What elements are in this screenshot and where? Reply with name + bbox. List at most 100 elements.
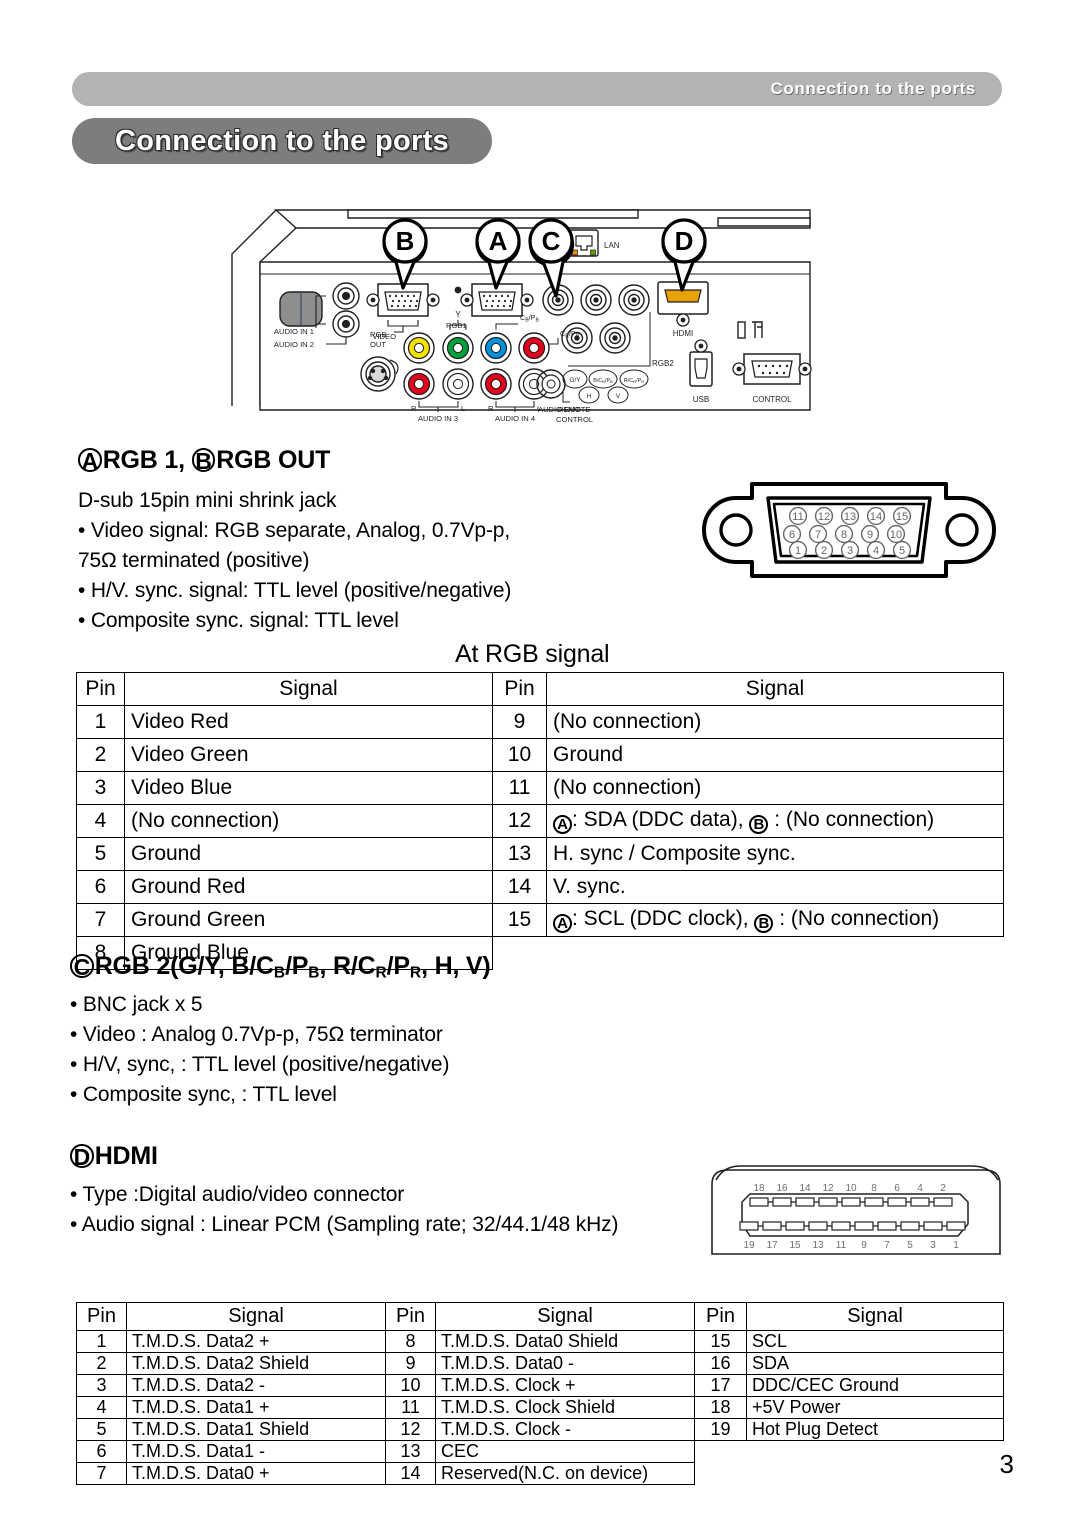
table-row: 1 Video Red 9 (No connection) — [76, 705, 1004, 739]
cell-signal: T.M.D.S. Data2 Shield — [126, 1352, 386, 1375]
table-row: 6 Ground Red 14 V. sync. — [76, 870, 1004, 904]
page-number: 3 — [999, 1449, 1014, 1479]
marker-a-icon: A — [553, 815, 572, 834]
cell-signal: T.M.D.S. Data1 Shield — [126, 1418, 386, 1441]
label-lan: LAN — [604, 241, 620, 250]
label-remote-control-line2: CONTROL — [556, 415, 593, 424]
label-r-3: R — [411, 404, 417, 413]
col-header-signal: Signal — [546, 672, 1004, 706]
chapter-title-text: Connection to the ports — [115, 124, 449, 157]
col-header-signal: Signal — [124, 672, 493, 706]
cell-pin: 6 — [76, 870, 125, 904]
cell-pin: 11 — [492, 771, 547, 805]
port-video-yellow — [403, 332, 435, 364]
rgb2-spec-line: • BNC jack x 5 — [70, 993, 203, 1016]
callout-d-letter: D — [675, 226, 694, 256]
cell-signal: Video Blue — [124, 771, 493, 805]
callout-a-letter: A — [489, 226, 508, 256]
cell-signal: T.M.D.S. Data1 - — [126, 1440, 386, 1463]
cell-pin: 9 — [492, 705, 547, 739]
cell-empty — [695, 1441, 747, 1463]
rgb-spec-line: 75Ω terminated (positive) — [78, 549, 310, 572]
port-component-y — [442, 332, 474, 364]
rgb-pin-table: Pin Signal Pin Signal 1 Video Red 9 (No … — [76, 672, 1004, 970]
cell-empty — [747, 1441, 1004, 1463]
table-row: 3 T.M.D.S. Data2 - 10 T.M.D.S. Clock + 1… — [76, 1374, 1004, 1397]
label-y: Y — [455, 310, 461, 319]
cell-signal: Ground — [546, 738, 1004, 772]
svg-text:17: 17 — [766, 1240, 778, 1251]
label-rgb2: RGB2 — [652, 359, 674, 368]
svg-text:6: 6 — [894, 1183, 900, 1194]
svg-text:15: 15 — [896, 511, 908, 523]
cell-signal: Ground Green — [124, 903, 493, 937]
svg-text:10: 10 — [845, 1183, 857, 1194]
port-component-cb — [480, 332, 512, 364]
cell-pin: 14 — [385, 1462, 436, 1485]
svg-text:2: 2 — [821, 545, 827, 557]
cell-pin: 4 — [76, 1396, 127, 1419]
svg-text:8: 8 — [841, 529, 847, 541]
cell-pin: 7 — [76, 1462, 127, 1485]
dsub15-connector-diagram: 11 12 13 14 15 6 7 8 9 10 1 2 3 4 5 — [694, 472, 1004, 588]
table-row: 5 Ground 13 H. sync / Composite sync. — [76, 837, 1004, 871]
cell-signal: T.M.D.S. Data2 + — [126, 1330, 386, 1353]
cell-signal-ab: A: SCL (DDC clock), B : (No connection) — [546, 903, 1004, 937]
table-row: 6 T.M.D.S. Data1 - 13 CEC — [76, 1440, 1004, 1463]
table-row: 2 T.M.D.S. Data2 Shield 9 T.M.D.S. Data0… — [76, 1352, 1004, 1375]
port-control — [732, 353, 812, 385]
running-header-title: Connection to the ports — [770, 79, 976, 98]
cell-signal: Reserved(N.C. on device) — [435, 1462, 695, 1485]
svg-text:10: 10 — [890, 529, 902, 541]
cell-pin: 1 — [76, 1330, 127, 1353]
svg-text:5: 5 — [899, 545, 905, 557]
hdmi-connector-diagram: 18 16 14 12 10 8 6 4 2 19 17 15 13 11 9 7 5 3 1 — [706, 1158, 1006, 1262]
cell-pin: 5 — [76, 1418, 127, 1441]
marker-c-icon: C — [70, 954, 94, 978]
cell-signal: SCL — [746, 1330, 1004, 1353]
heading-rgb2: C RGB 2(G/Y, B/CB/PB, R/CR/PR, H, V) — [70, 952, 491, 982]
svg-text:8: 8 — [871, 1183, 877, 1194]
heading-rgb2-text: RGB 2(G/Y, B/CB/PB, R/CR/PR, H, V) — [94, 952, 491, 982]
svg-text:14: 14 — [870, 511, 882, 523]
cell-empty — [547, 937, 1004, 970]
cell-pin: 11 — [385, 1396, 436, 1419]
label-rgb2-gy: G/Y — [569, 377, 581, 384]
marker-d-icon: D — [70, 1144, 94, 1168]
rgb-table-caption: At RGB signal — [455, 640, 610, 668]
table-row: 1 T.M.D.S. Data2 + 8 T.M.D.S. Data0 Shie… — [76, 1330, 1004, 1353]
label-r-4: R — [488, 404, 494, 413]
rgb-spec-line: • Composite sync. signal: TTL level — [78, 609, 399, 632]
rgb2-spec-line: • Video : Analog 0.7Vp-p, 75Ω terminator — [70, 1023, 443, 1046]
col-header-pin: Pin — [76, 672, 125, 706]
port-component-cr — [518, 332, 550, 364]
projector-rear-panel-diagram: AUDIO IN 1 AUDIO IN 2 RGB OUT RGB1 VIDEO… — [218, 196, 818, 424]
marker-b-icon: B — [754, 914, 774, 933]
col-header-signal: Signal — [435, 1302, 695, 1331]
cell-pin: 5 — [76, 837, 125, 871]
cell-signal: CEC — [435, 1440, 695, 1463]
label-audio-in-2: AUDIO IN 2 — [274, 340, 314, 349]
svg-text:4: 4 — [917, 1183, 923, 1194]
cell-pin: 10 — [492, 738, 547, 772]
cell-signal: Ground — [124, 837, 493, 871]
svg-text:13: 13 — [844, 511, 856, 523]
cell-pin: 2 — [76, 738, 125, 772]
svg-text:7: 7 — [815, 529, 821, 541]
chapter-title-pill: Connection to the ports — [72, 118, 492, 164]
heading-hdmi-text: HDMI — [94, 1142, 158, 1170]
cell-signal: T.M.D.S. Data1 + — [126, 1396, 386, 1419]
cell-empty — [695, 1463, 747, 1485]
cell-signal: Video Green — [124, 738, 493, 772]
cell-signal: T.M.D.S. Clock + — [435, 1374, 695, 1397]
heading-hdmi: D HDMI — [70, 1142, 158, 1171]
marker-a-icon: A — [78, 448, 102, 472]
cell-signal: T.M.D.S. Data0 + — [126, 1462, 386, 1485]
col-header-signal: Signal — [126, 1302, 386, 1331]
cell-pin: 15 — [694, 1330, 747, 1353]
cell-empty — [493, 937, 547, 970]
label-control: CONTROL — [752, 395, 792, 404]
marker-a-icon: A — [553, 914, 572, 933]
cell-pin: 15 — [492, 903, 547, 937]
cell-pin: 3 — [76, 1374, 127, 1397]
